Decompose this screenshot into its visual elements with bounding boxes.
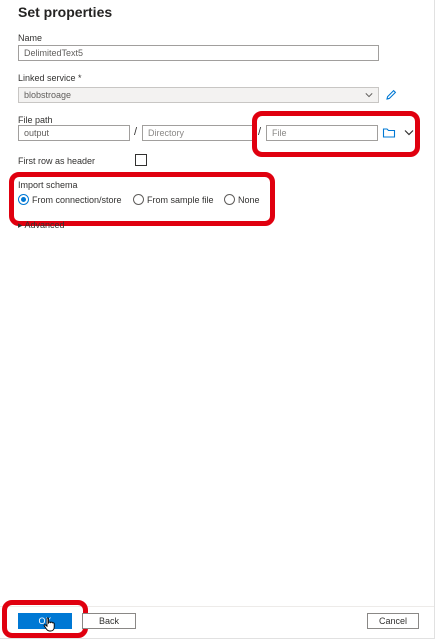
panel-title: Set properties	[18, 4, 113, 20]
file-path-label: File path	[18, 115, 53, 125]
advanced-label: Advanced	[24, 220, 65, 228]
pencil-icon[interactable]	[384, 88, 398, 102]
cancel-button[interactable]: Cancel	[367, 613, 419, 629]
ok-button-highlight	[2, 600, 88, 638]
name-label: Name	[18, 33, 43, 43]
linked-service-value: blobstroage	[24, 90, 72, 100]
import-schema-highlight	[9, 172, 275, 226]
linked-service-label: Linked service *	[18, 73, 82, 83]
name-input[interactable]: DelimitedText5	[18, 45, 379, 61]
chevron-down-icon	[365, 93, 373, 98]
back-button[interactable]: Back	[82, 613, 136, 629]
first-row-header-label: First row as header	[18, 156, 96, 166]
first-row-header-checkbox[interactable]	[135, 154, 147, 166]
linked-service-select[interactable]: blobstroage	[18, 87, 379, 103]
path-separator: /	[134, 126, 138, 138]
file-path-highlight	[252, 111, 420, 157]
advanced-toggle[interactable]: ▸ Advanced	[18, 220, 65, 228]
container-input[interactable]: output	[18, 125, 130, 141]
directory-input[interactable]: Directory	[142, 125, 254, 141]
